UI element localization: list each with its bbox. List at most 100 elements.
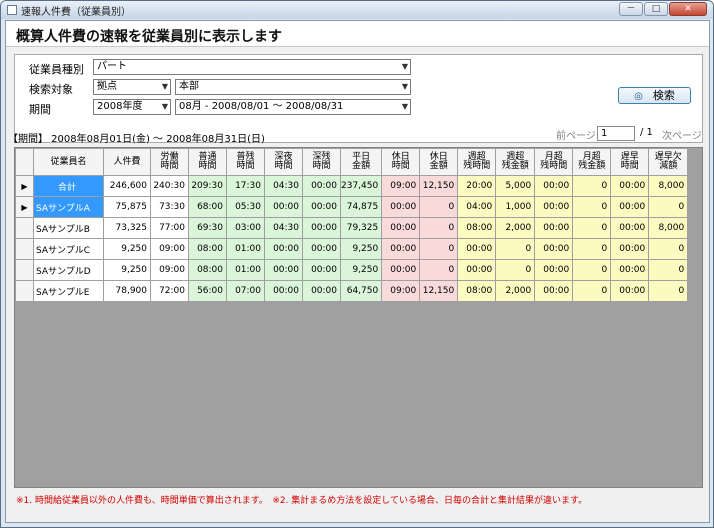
employee-name-cell[interactable]: 合計 <box>33 175 104 197</box>
table-cell: 00:00 <box>302 238 341 260</box>
table-cell: 74,875 <box>339 196 383 218</box>
row-selector[interactable]: ▶ <box>15 196 34 218</box>
table-cell: 72:00 <box>150 280 189 302</box>
table-cell: 56:00 <box>188 280 227 302</box>
column-header[interactable]: 休日 時間 <box>381 148 421 176</box>
table-cell: 00:00 <box>302 259 341 281</box>
row-selector[interactable] <box>15 217 34 239</box>
column-header[interactable]: 普通 時間 <box>188 148 227 176</box>
search-target-value: 拠点 <box>97 81 117 92</box>
table-cell: 00:00 <box>534 196 574 218</box>
column-header[interactable]: 深夜 時間 <box>264 148 303 176</box>
table-row[interactable]: SAサンプルE 78,900 72:00 56:00 07:00 00:00 00:00 64… <box>15 280 689 302</box>
minimize-button[interactable]: － <box>619 2 643 16</box>
column-header[interactable]: 普残 時間 <box>226 148 265 176</box>
employee-name-cell[interactable]: SAサンプルD <box>33 259 104 281</box>
table-cell: 0 <box>572 238 612 260</box>
column-header[interactable]: 月超 残時間 <box>534 148 574 176</box>
prev-page-link[interactable]: 前ページ <box>556 127 596 142</box>
table-cell: 09:00 <box>381 280 421 302</box>
table-cell: 0 <box>648 259 689 281</box>
table-cell: 08:00 <box>188 238 227 260</box>
table-cell: 01:00 <box>226 238 265 260</box>
period-year-select[interactable]: 2008年度 ▼ <box>93 99 171 115</box>
table-cell: 00:00 <box>264 238 303 260</box>
row-selector[interactable] <box>15 259 34 281</box>
column-header[interactable]: 遅早欠 減額 <box>648 148 689 176</box>
maximize-button[interactable]: □ <box>644 2 668 16</box>
table-cell: 00:00 <box>381 259 421 281</box>
table-cell: 69:30 <box>188 217 227 239</box>
table-cell: 07:00 <box>226 280 265 302</box>
column-header[interactable]: 週超 残金額 <box>495 148 536 176</box>
employee-type-value: パート <box>97 61 127 72</box>
table-cell: 00:00 <box>457 238 497 260</box>
table-cell: 0 <box>648 280 689 302</box>
column-header[interactable]: 月超 残金額 <box>572 148 612 176</box>
table-cell: 0 <box>572 196 612 218</box>
row-selector[interactable]: ▶ <box>15 175 34 197</box>
table-cell: 209:30 <box>188 175 227 197</box>
table-cell: 73,325 <box>103 217 151 239</box>
table-cell: 09:00 <box>381 175 421 197</box>
table-cell: 0 <box>495 238 536 260</box>
row-selector[interactable] <box>15 280 34 302</box>
table-row[interactable]: ▶ SAサンプルA 75,875 73:30 68:00 05:30 00:00 00:00 7… <box>15 196 689 218</box>
table-cell: 00:00 <box>264 259 303 281</box>
page-number-input[interactable]: 1 <box>597 126 635 141</box>
table-row[interactable]: SAサンプルD 9,250 09:00 08:00 01:00 00:00 00:00 9,2… <box>15 259 689 281</box>
table-cell: 20:00 <box>457 175 497 197</box>
employee-name-cell[interactable]: SAサンプルA <box>33 196 104 218</box>
table-cell: 8,000 <box>648 217 689 239</box>
table-cell: 08:00 <box>457 217 497 239</box>
chevron-down-icon: ▼ <box>401 102 408 111</box>
table-cell: 04:30 <box>264 175 303 197</box>
table-cell: 00:00 <box>302 217 341 239</box>
period-label: 期間 <box>29 103 51 116</box>
table-cell: 78,900 <box>103 280 151 302</box>
table-cell: 73:30 <box>150 196 189 218</box>
employee-type-select[interactable]: パート ▼ <box>93 59 411 75</box>
column-header[interactable]: 週超 残時間 <box>457 148 497 176</box>
table-cell: 00:00 <box>264 280 303 302</box>
employee-name-cell[interactable]: SAサンプルE <box>33 280 104 302</box>
row-selector-header <box>15 148 34 176</box>
table-cell: 04:30 <box>264 217 303 239</box>
employee-name-cell[interactable]: SAサンプルC <box>33 238 104 260</box>
table-cell: 00:00 <box>302 280 341 302</box>
page-heading: 概算人件費の速報を従業員別に表示します <box>6 21 709 47</box>
search-target-sub-select[interactable]: 本部 ▼ <box>175 79 411 95</box>
table-cell: 00:00 <box>610 259 650 281</box>
column-header[interactable]: 従業員名 <box>33 148 104 176</box>
table-cell: 00:00 <box>457 259 497 281</box>
column-header[interactable]: 休日 金額 <box>419 148 459 176</box>
column-header[interactable]: 労働 時間 <box>150 148 189 176</box>
row-selector[interactable] <box>15 238 34 260</box>
search-target-select[interactable]: 拠点 ▼ <box>93 79 171 95</box>
employee-type-label: 従業員種別 <box>29 63 84 76</box>
app-icon <box>7 5 17 15</box>
table-cell: 00:00 <box>534 280 574 302</box>
table-row[interactable]: SAサンプルB 73,325 77:00 69:30 03:00 04:30 00:00 79… <box>15 217 689 239</box>
table-cell: 9,250 <box>103 238 151 260</box>
table-row[interactable]: SAサンプルC 9,250 09:00 08:00 01:00 00:00 00:00 9,2… <box>15 238 689 260</box>
title-bar: 速報人件費（従業員別） － □ ✕ <box>1 1 713 19</box>
column-header[interactable]: 人件費 <box>103 148 151 176</box>
search-button[interactable]: ◎ 検索 <box>618 87 691 104</box>
table-cell: 09:00 <box>150 238 189 260</box>
column-header[interactable]: 遅早 時間 <box>610 148 650 176</box>
table-row[interactable]: ▶ 合計 246,600 240:30 209:30 17:30 04:30 00:00 237… <box>15 175 689 197</box>
table-cell: 03:00 <box>226 217 265 239</box>
window-title: 速報人件費（従業員別） <box>21 6 131 18</box>
period-month-select[interactable]: 08月 - 2008/08/01 ～ 2008/08/31 ▼ <box>175 99 411 115</box>
page-total: / 1 <box>640 127 653 138</box>
next-page-link[interactable]: 次ページ <box>662 127 702 142</box>
close-button[interactable]: ✕ <box>669 2 707 16</box>
column-header[interactable]: 深残 時間 <box>302 148 341 176</box>
column-header[interactable]: 平日 金額 <box>339 148 383 176</box>
table-cell: 75,875 <box>103 196 151 218</box>
table-header-row: 従業員名 人件費 労働 時間 普通 時間 普残 時間 深夜 時間 深残 時間 平日 金額 休… <box>15 148 689 176</box>
table-cell: 00:00 <box>610 238 650 260</box>
employee-name-cell[interactable]: SAサンプルB <box>33 217 104 239</box>
footnote: ※1. 時間給従業員以外の人件費も、時間単価で算出されます。 ※2. 集計まるめ… <box>16 496 588 506</box>
